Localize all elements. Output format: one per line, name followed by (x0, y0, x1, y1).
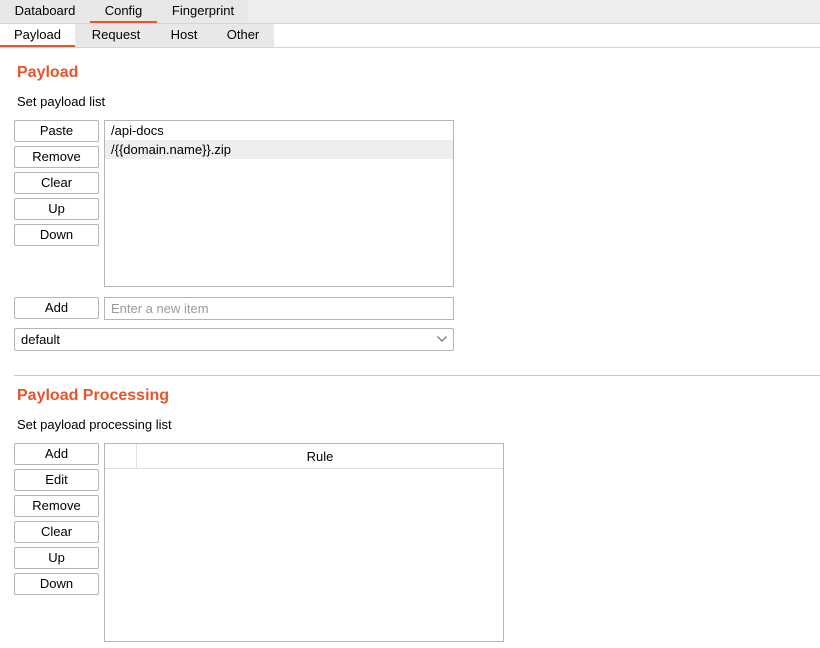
payload-list[interactable]: /api-docs /{{domain.name}}.zip (104, 120, 454, 287)
payload-up-button[interactable]: Up (14, 198, 99, 220)
config-subtabbar: Payload Request Host Other (0, 24, 820, 48)
tab-config[interactable]: Config (90, 0, 157, 23)
processing-section-subtitle: Set payload processing list (17, 417, 172, 432)
processing-rules-table[interactable]: Rule (104, 443, 504, 642)
subtab-request[interactable]: Request (78, 24, 154, 47)
payload-paste-button[interactable]: Paste (14, 120, 99, 142)
payload-add-button[interactable]: Add (14, 297, 99, 319)
column-header-index[interactable] (105, 444, 137, 469)
column-header-rule[interactable]: Rule (137, 444, 503, 469)
payload-clear-button[interactable]: Clear (14, 172, 99, 194)
chevron-down-icon (437, 336, 447, 342)
payload-down-button[interactable]: Down (14, 224, 99, 246)
processing-add-button[interactable]: Add (14, 443, 99, 465)
processing-edit-button[interactable]: Edit (14, 469, 99, 491)
processing-section-title: Payload Processing (17, 387, 170, 404)
subtab-payload[interactable]: Payload (0, 24, 75, 47)
new-item-input[interactable] (104, 297, 454, 320)
payload-set-select-value: default (21, 332, 61, 347)
tab-fingerprint[interactable]: Fingerprint (161, 0, 245, 23)
list-item[interactable]: /{{domain.name}}.zip (105, 140, 453, 159)
main-tabbar: Databoard Config Fingerprint (0, 0, 820, 24)
tab-databoard[interactable]: Databoard (4, 0, 86, 23)
list-item[interactable]: /api-docs (105, 121, 453, 140)
payload-section-subtitle: Set payload list (17, 94, 106, 109)
payload-remove-button[interactable]: Remove (14, 146, 99, 168)
processing-remove-button[interactable]: Remove (14, 495, 99, 517)
payload-set-select[interactable]: default (14, 328, 454, 351)
processing-down-button[interactable]: Down (14, 573, 99, 595)
section-divider (14, 375, 820, 376)
table-header: Rule (105, 444, 503, 469)
processing-clear-button[interactable]: Clear (14, 521, 99, 543)
payload-section-title: Payload (17, 64, 79, 81)
subtab-other[interactable]: Other (214, 24, 272, 47)
subtab-host[interactable]: Host (158, 24, 210, 47)
processing-up-button[interactable]: Up (14, 547, 99, 569)
